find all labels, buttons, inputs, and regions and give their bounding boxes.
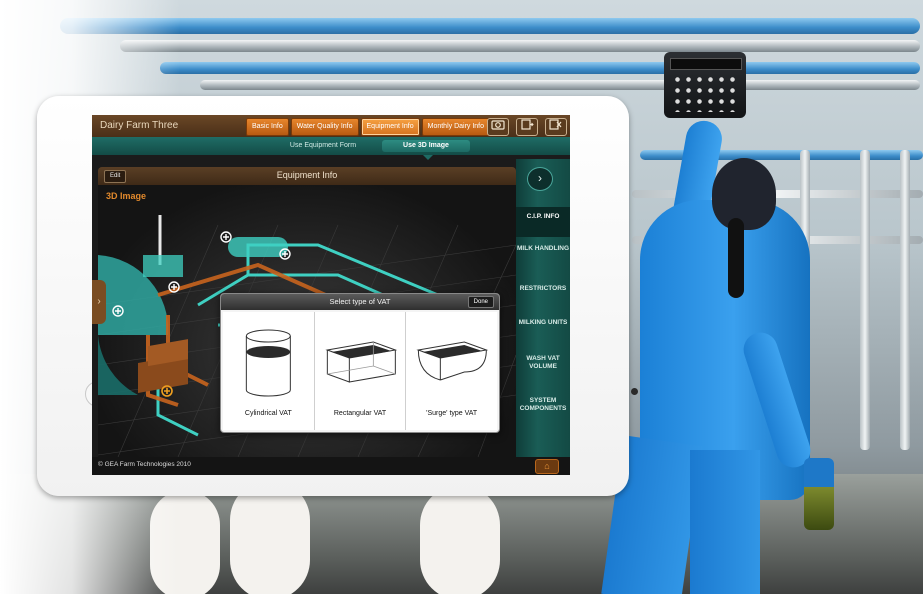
sub-tabs: Use Equipment Form Use 3D Image bbox=[92, 137, 570, 155]
modal-header: Select type of VAT Done bbox=[221, 294, 499, 310]
cow-leg bbox=[420, 485, 500, 594]
side-menu: › C.I.P. INFO MILK HANDLING RESTRICTORS … bbox=[516, 159, 570, 459]
option-label: Cylindrical VAT bbox=[244, 410, 292, 417]
vat-options: Cylindrical VAT Rectangular VAT 'Surge' … bbox=[223, 312, 498, 430]
chevron-right-icon[interactable]: › bbox=[527, 167, 553, 191]
main-tabs: Basic Info Water Quality Info Equipment … bbox=[246, 118, 491, 136]
close-icon[interactable] bbox=[545, 118, 567, 136]
stall-post bbox=[860, 150, 870, 450]
vat-type-modal: Select type of VAT Done Cylindrical VAT … bbox=[220, 293, 500, 433]
section-title: 3D Image bbox=[106, 191, 147, 201]
tab-monthly-dairy-info[interactable]: Monthly Dairy Info bbox=[421, 118, 491, 136]
surge-vat-icon bbox=[416, 341, 489, 381]
tablet-camera bbox=[631, 388, 638, 395]
worker-leg bbox=[690, 450, 760, 594]
tray-icon[interactable]: ⌂ bbox=[535, 459, 559, 474]
app-title: Dairy Farm Three bbox=[100, 120, 179, 131]
worker-head bbox=[712, 158, 776, 230]
option-rectangular-vat[interactable]: Rectangular VAT bbox=[314, 312, 407, 430]
content-title: Equipment Info bbox=[276, 170, 338, 180]
ceiling-pipe bbox=[200, 80, 920, 90]
tab-equipment-info[interactable]: Equipment Info bbox=[360, 118, 420, 136]
subtab-use-3d-image[interactable]: Use 3D Image bbox=[382, 140, 470, 152]
footer-bar: © GEA Farm Technologies 2010 ⌂ bbox=[92, 457, 570, 475]
subtab-use-equipment-form[interactable]: Use Equipment Form bbox=[278, 140, 368, 152]
active-subtab-pointer bbox=[423, 155, 433, 160]
option-label: 'Surge' type VAT bbox=[426, 410, 478, 417]
worker-ponytail bbox=[728, 218, 744, 298]
ceiling-pipe bbox=[60, 18, 920, 34]
rectangular-vat-icon bbox=[325, 341, 397, 383]
tab-basic-info[interactable]: Basic Info bbox=[246, 118, 289, 136]
side-item-cip-info[interactable]: C.I.P. INFO bbox=[516, 207, 570, 237]
sample-cup bbox=[804, 458, 834, 530]
camera-icon[interactable] bbox=[487, 118, 509, 136]
option-cylindrical-vat[interactable]: Cylindrical VAT bbox=[223, 312, 315, 430]
milking-controller bbox=[664, 52, 746, 118]
side-item-restrictors[interactable]: RESTRICTORS bbox=[516, 285, 570, 301]
side-item-milking-units[interactable]: MILKING UNITS bbox=[516, 319, 570, 343]
done-button[interactable]: Done bbox=[467, 296, 494, 308]
drawer-handle[interactable]: › bbox=[92, 280, 106, 324]
stall-post bbox=[900, 150, 910, 450]
content-header: Edit Equipment Info bbox=[98, 167, 516, 185]
tab-water-quality-info[interactable]: Water Quality Info bbox=[290, 118, 359, 136]
side-item-wash-vat-volume[interactable]: WASH VAT VOLUME bbox=[516, 355, 570, 379]
export-icon[interactable] bbox=[516, 118, 538, 136]
side-item-system-components[interactable]: SYSTEM COMPONENTS bbox=[516, 397, 570, 421]
side-item-milk-handling[interactable]: MILK HANDLING bbox=[516, 245, 570, 269]
cylindrical-vat-icon bbox=[245, 329, 291, 397]
top-bar: Dairy Farm Three Basic Info Water Qualit… bbox=[92, 115, 570, 138]
option-surge-vat[interactable]: 'Surge' type VAT bbox=[406, 312, 498, 430]
option-label: Rectangular VAT bbox=[333, 410, 387, 417]
ceiling-pipe bbox=[120, 40, 920, 52]
ceiling-pipe bbox=[160, 62, 920, 74]
copyright-text: © GEA Farm Technologies 2010 bbox=[98, 461, 191, 468]
cow-leg bbox=[230, 480, 310, 594]
modal-title: Select type of VAT bbox=[329, 297, 391, 306]
